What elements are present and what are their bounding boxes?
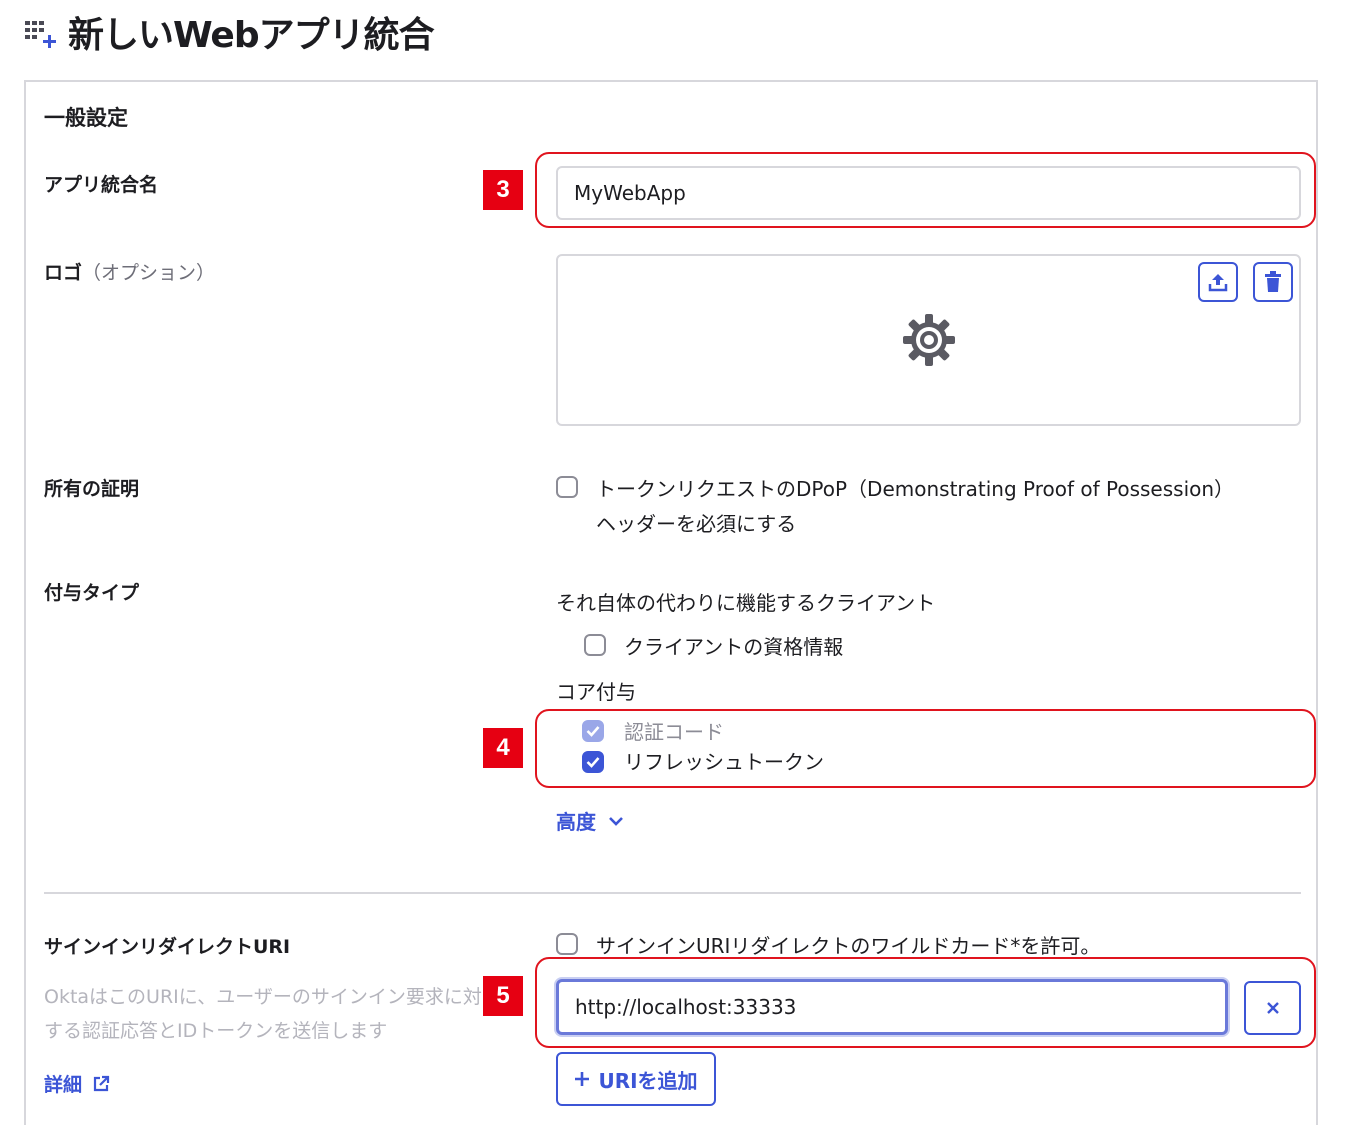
advanced-label: 高度 [556, 810, 596, 834]
section-divider [44, 892, 1301, 894]
proof-label: 所有の証明 [44, 478, 140, 500]
details-link-text: 詳細 [44, 1074, 83, 1096]
add-uri-label: URIを追加 [598, 1068, 698, 1093]
upload-icon [1208, 274, 1228, 292]
dpop-label-line1: トークンリクエストのDPoP（Demonstrating Proof of Po… [596, 477, 1235, 501]
client-credentials-checkbox[interactable] [584, 634, 606, 656]
wildcard-redirect-checkbox[interactable] [556, 933, 578, 955]
highlight-core-grants [535, 709, 1316, 788]
annotation-badge-5: 5 [483, 976, 523, 1016]
client-credentials-label: クライアントの資格情報 [624, 635, 844, 659]
logo-label: ロゴ（オプション） [44, 258, 215, 285]
logo-label-text: ロゴ [44, 262, 83, 284]
chevron-down-icon [609, 816, 623, 826]
dpop-checkbox[interactable] [556, 476, 578, 498]
wildcard-redirect-label: サインインURIリダイレクトのワイルドカード*を許可。 [596, 934, 1101, 958]
highlight-redirect-uri [535, 957, 1316, 1048]
external-link-icon [93, 1075, 110, 1091]
dpop-label-line2: ヘッダーを必須にする [596, 512, 797, 536]
add-uri-button[interactable]: URIを追加 [556, 1052, 716, 1106]
logo-upload-area[interactable] [556, 254, 1301, 426]
redirect-uri-helper: OktaはこのURIに、ユーザーのサインイン要求に対する認証応答とIDトークンを… [44, 986, 482, 1042]
annotation-badge-4: 4 [483, 728, 523, 768]
client-acting-heading: それ自体の代わりに機能するクライアント [556, 591, 936, 615]
core-grants-heading: コア付与 [556, 680, 636, 704]
section-title-general: 一般設定 [44, 106, 128, 130]
grant-types-label: 付与タイプ [44, 582, 140, 604]
advanced-toggle[interactable]: 高度 [556, 806, 624, 835]
redirect-uri-label: サインインリダイレクトURI [44, 936, 291, 958]
add-app-icon [24, 15, 58, 49]
details-link[interactable]: 詳細 [44, 1070, 110, 1097]
logo-optional-text: （オプション） [82, 262, 216, 284]
delete-logo-button[interactable] [1253, 262, 1293, 302]
trash-icon [1265, 271, 1281, 292]
highlight-app-name [535, 152, 1316, 228]
page-header: 新しいWebアプリ統合 [24, 8, 435, 56]
plus-icon [575, 1072, 590, 1086]
gear-icon [903, 314, 955, 366]
app-name-label: アプリ統合名 [44, 174, 159, 196]
annotation-badge-3: 3 [483, 170, 523, 210]
page-title: 新しいWebアプリ統合 [68, 15, 435, 56]
upload-logo-button[interactable] [1198, 262, 1238, 302]
